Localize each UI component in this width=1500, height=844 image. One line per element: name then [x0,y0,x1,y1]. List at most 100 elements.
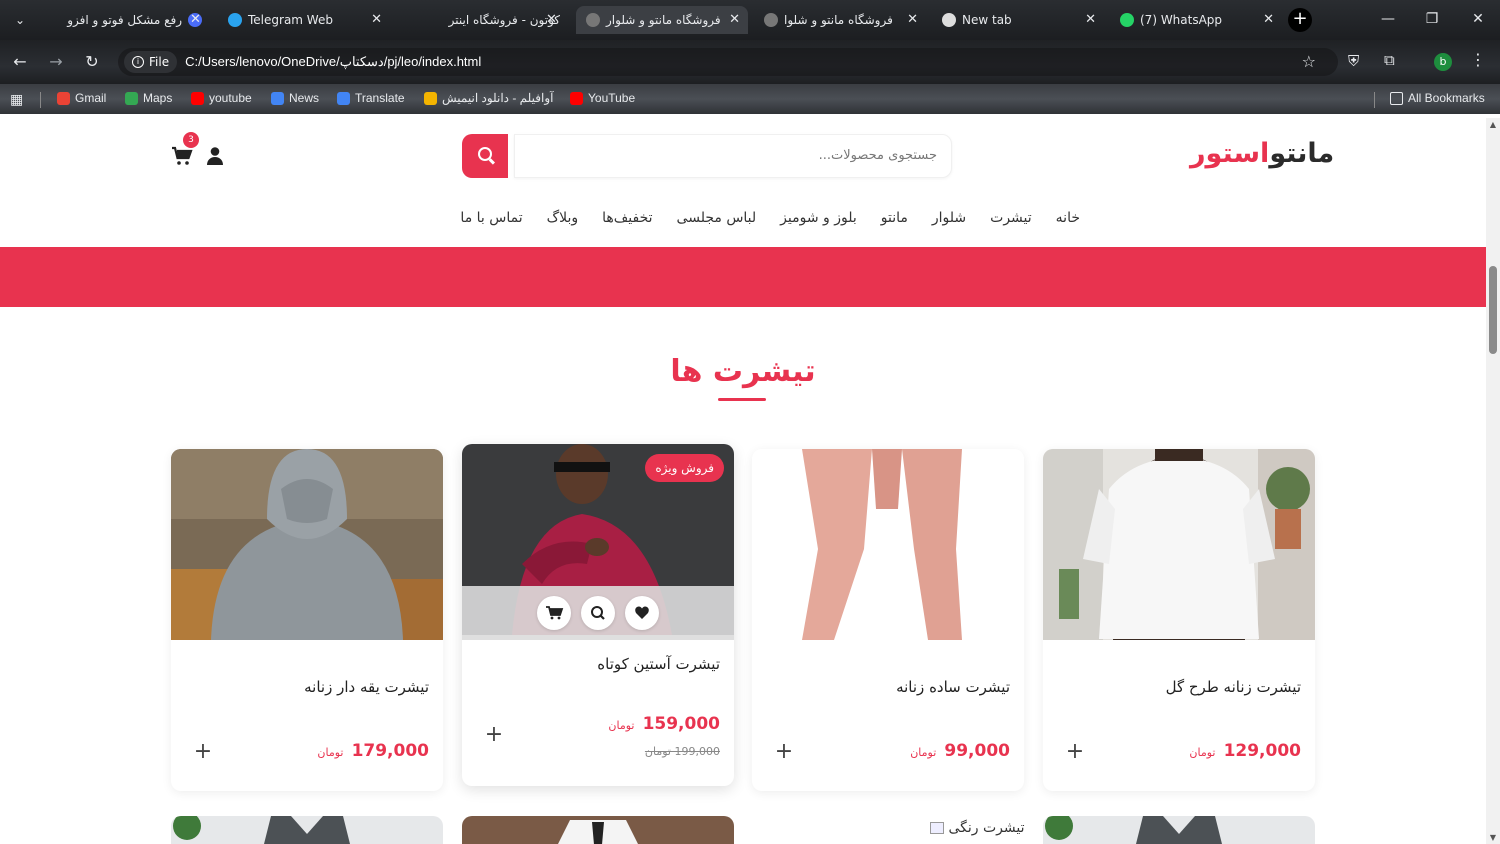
quick-view-button[interactable] [581,596,615,630]
scroll-thumb[interactable] [1489,266,1497,354]
page-scrollbar[interactable]: ▲ ▼ [1486,118,1500,844]
bookmark-gmail[interactable]: Gmail [57,91,106,105]
bookmark-translate[interactable]: Translate [337,91,405,105]
close-icon[interactable]: ✕ [1085,12,1096,27]
tab-4[interactable]: فروشگاه مانتو و شلوار ✕ [576,6,748,34]
search-input[interactable]: جستجوی محصولات... [514,134,952,178]
product-name[interactable]: تیشرت یقه دار زنانه [304,678,429,696]
add-to-cart-plus-button[interactable]: + [480,722,508,750]
bookmark-youtube-2[interactable]: YouTube [570,91,635,105]
scheme-label: File [149,55,170,69]
bookmark-label: آوافیلم - دانلود انیمیش [442,91,554,105]
nav-item[interactable]: بلوز و شومیز [780,210,857,234]
news-icon [271,91,284,105]
product-card[interactable]: تیشرت زنانه طرح گل 129,000 تومان + [1043,449,1315,791]
reload-icon[interactable]: ↻ [80,50,104,74]
price-currency: تومان [910,746,937,759]
tab-title: New tab [962,13,1012,27]
minimize-icon[interactable]: — [1366,0,1410,40]
cart-count-badge: 3 [183,132,199,148]
old-price: 199,000 تومان [645,745,720,758]
product-card-row2-image[interactable] [462,816,734,844]
product-image[interactable] [752,449,1024,640]
close-icon[interactable]: ✕ [190,12,201,27]
restore-icon[interactable]: ❐ [1410,0,1454,40]
close-icon[interactable]: ✕ [1263,12,1274,27]
tab-search-icon[interactable]: ⌄ [8,8,32,32]
user-account-button[interactable] [205,146,225,166]
add-to-cart-button[interactable] [537,596,571,630]
apps-grid-icon[interactable]: ▦ [10,91,23,108]
new-tab-button[interactable]: + [1288,8,1312,32]
tab-5[interactable]: فروشگاه مانتو و شلوا ✕ [754,6,926,34]
add-to-cart-plus-button[interactable]: + [770,739,798,767]
bookmark-youtube[interactable]: youtube [191,91,252,105]
tab-title: رفع مشکل فوتو و افزو [67,13,182,27]
close-icon[interactable]: ✕ [371,12,382,27]
close-icon[interactable]: ✕ [907,12,918,27]
bookmark-label: YouTube [588,91,636,105]
close-window-icon[interactable]: ✕ [1456,0,1500,40]
wishlist-button[interactable] [625,596,659,630]
tab-7[interactable]: (7) WhatsApp ✕ [1110,6,1282,34]
nav-item[interactable]: تماس با ما [460,210,522,234]
nav-item[interactable]: وبلاگ [547,210,579,234]
forward-icon[interactable]: → [44,50,68,74]
user-icon [207,147,223,165]
product-image[interactable] [1043,449,1315,640]
product-card[interactable]: تیشرت ساده زنانه 99,000 تومان + [752,449,1024,791]
bookmark-maps[interactable]: Maps [125,91,172,105]
tab-2[interactable]: Telegram Web ✕ [218,6,390,34]
section-title: تیشرت ها [670,354,816,389]
search-form: جستجوی محصولات... [462,134,952,178]
bookmark-avafilm[interactable]: آوافیلم - دانلود انیمیش [424,91,553,105]
tab-1[interactable]: رفع مشکل فوتو و افزو ✕ [40,6,212,34]
maps-icon [125,91,138,105]
nav-item[interactable]: مانتو [881,210,908,234]
product-name[interactable]: تیشرت ساده زنانه [896,678,1010,696]
nav-item[interactable]: خانه [1056,210,1080,234]
shield-extension-icon[interactable]: ⛨ [1348,52,1364,70]
product-card-row2-image[interactable] [171,816,443,844]
back-icon[interactable]: ← [8,50,32,74]
product-card[interactable]: تیشرت یقه دار زنانه 179,000 تومان + [171,449,443,791]
product-card-featured[interactable]: فروش ویژه تیشرت آستین کوتاه 159,000 توما… [462,444,734,786]
site-info-chip[interactable]: i File [124,51,178,73]
more-menu-icon[interactable]: ⋮ [1470,50,1486,69]
scroll-up-arrow-icon[interactable]: ▲ [1488,120,1498,129]
nav-item[interactable]: شلوار [932,210,966,234]
tab-6[interactable]: New tab ✕ [932,6,1104,34]
site-logo[interactable]: مانتواستور [1190,138,1334,169]
add-to-cart-plus-button[interactable]: + [1061,739,1089,767]
extensions-puzzle-icon[interactable]: ⧉ [1384,51,1402,69]
close-icon[interactable]: ✕ [546,12,557,27]
sale-badge: فروش ویژه [645,454,724,482]
bookmark-news[interactable]: News [271,91,319,105]
url-text[interactable]: C:/Users/lenovo/OneDrive/دسکتاپ/pj/leo/i… [185,54,481,70]
product-image[interactable] [171,449,443,640]
nav-item[interactable]: تیشرت [990,210,1032,234]
product-price: 179,000 تومان [317,741,429,761]
product-card-row2-image[interactable] [1043,816,1315,844]
product-name[interactable]: تیشرت آستین کوتاه [597,655,720,673]
tab-3[interactable]: کوتون - فروشگاه اینتر ✕ [398,6,570,34]
profile-avatar[interactable]: b [1434,53,1452,71]
all-bookmarks[interactable]: All Bookmarks [1390,91,1485,105]
nav-item[interactable]: لباس مجلسی [677,210,757,234]
broken-image-icon [930,822,944,834]
product-name[interactable]: تیشرت زنانه طرح گل [1166,678,1301,696]
search-button[interactable] [462,134,508,178]
bookmark-star-icon[interactable]: ☆ [1302,52,1316,71]
price-currency: تومان [608,719,635,732]
address-bar[interactable]: i File C:/Users/lenovo/OneDrive/دسکتاپ/p… [118,48,1338,76]
web-page: مانتواستور جستجوی محصولات... 3 خانه تیشرت… [0,118,1486,844]
bookmark-divider [40,92,41,108]
old-price-currency: تومان [644,745,671,758]
cart-button[interactable]: 3 [171,132,199,166]
add-to-cart-plus-button[interactable]: + [189,739,217,767]
translate-icon [337,91,350,105]
close-icon[interactable]: ✕ [729,12,740,27]
whatsapp-icon [1120,13,1134,27]
nav-item[interactable]: تخفیف‌ها [602,210,652,234]
scroll-down-arrow-icon[interactable]: ▼ [1488,833,1498,842]
